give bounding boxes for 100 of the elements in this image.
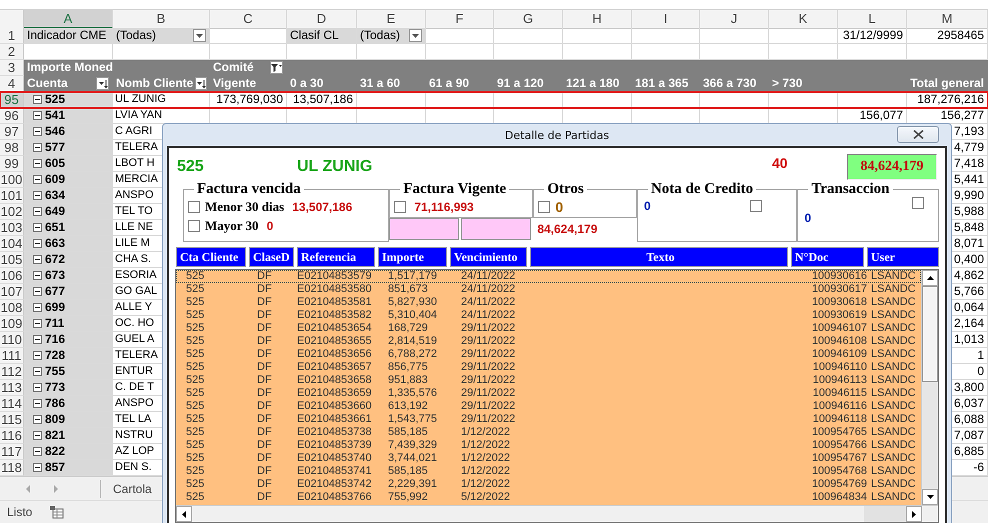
dropdown-button[interactable] [409, 29, 422, 42]
list-cell-text: 856,775 [388, 361, 429, 374]
row-header[interactable]: 2 [0, 44, 24, 60]
collapse-icon[interactable] [33, 383, 42, 392]
close-button[interactable] [897, 126, 939, 143]
column-header[interactable]: L [838, 10, 907, 29]
row-header[interactable]: 115 [0, 412, 24, 428]
column-header[interactable]: K [769, 10, 838, 29]
collapse-icon[interactable] [33, 351, 42, 360]
scroll-up-button[interactable] [922, 270, 938, 286]
scroll-right-button[interactable] [906, 506, 922, 522]
collapse-icon[interactable] [33, 143, 42, 152]
row-header[interactable]: 100 [0, 172, 24, 188]
row-header[interactable]: 109 [0, 316, 24, 332]
row-header[interactable]: 116 [0, 428, 24, 444]
column-header[interactable]: M [907, 10, 988, 29]
column-header[interactable]: User [867, 247, 939, 267]
row-header[interactable]: 97 [0, 124, 24, 140]
row-header[interactable]: 118 [0, 460, 24, 476]
list-cell-text: E02104853740 [297, 452, 373, 465]
row-header[interactable]: 3 [0, 60, 24, 76]
collapse-icon[interactable] [33, 399, 42, 408]
collapse-icon[interactable] [33, 335, 42, 344]
row-header[interactable]: 1 [0, 28, 24, 44]
column-header[interactable]: ClaseD [249, 247, 294, 267]
column-header[interactable]: C [210, 10, 287, 29]
scroll-thumb[interactable] [864, 506, 906, 522]
collapse-icon[interactable] [33, 287, 42, 296]
column-header[interactable]: Importe [378, 247, 447, 267]
row-header[interactable]: 113 [0, 380, 24, 396]
row-header[interactable]: 103 [0, 220, 24, 236]
sheet-tab[interactable]: Cartola [113, 482, 152, 496]
row-header[interactable]: 102 [0, 204, 24, 220]
row-header[interactable]: 95 [0, 92, 24, 108]
collapse-icon[interactable] [33, 271, 42, 280]
column-header[interactable]: I [632, 10, 700, 29]
collapse-icon[interactable] [33, 431, 42, 440]
collapse-icon[interactable] [33, 223, 42, 232]
macro-icon[interactable] [50, 506, 64, 518]
collapse-icon[interactable] [33, 319, 42, 328]
collapse-icon[interactable] [33, 127, 42, 136]
collapse-icon[interactable] [33, 255, 42, 264]
list-cell-text: DF [257, 270, 273, 283]
collapse-icon[interactable] [33, 111, 42, 120]
checkbox[interactable] [750, 200, 762, 212]
collapse-icon[interactable] [33, 415, 42, 424]
list-cell-text: 7,439,329 [388, 439, 438, 452]
input-field[interactable] [389, 218, 460, 240]
scrollbar[interactable] [921, 270, 938, 505]
row-header[interactable]: 117 [0, 444, 24, 460]
checkbox[interactable] [538, 200, 550, 212]
row-header[interactable]: 105 [0, 252, 24, 268]
column-header[interactable]: N°Doc [791, 247, 864, 267]
column-header[interactable]: G [494, 10, 563, 29]
column-header[interactable]: Vencimiento [450, 247, 527, 267]
collapse-icon[interactable] [33, 191, 42, 200]
collapse-icon[interactable] [33, 175, 42, 184]
row-header[interactable]: 111 [0, 348, 24, 364]
row-header[interactable]: 112 [0, 364, 24, 380]
collapse-icon[interactable] [33, 463, 42, 472]
filter-button[interactable] [195, 77, 208, 90]
column-header[interactable]: F [426, 10, 494, 29]
checkbox[interactable] [912, 197, 924, 209]
column-header[interactable]: Texto [530, 247, 788, 267]
collapse-icon[interactable] [33, 159, 42, 168]
checkbox[interactable] [188, 200, 200, 212]
scrollbar[interactable] [176, 505, 938, 522]
column-header[interactable]: H [563, 10, 632, 29]
checkbox[interactable] [188, 220, 200, 232]
column-header[interactable]: J [700, 10, 769, 29]
collapse-icon[interactable] [33, 447, 42, 456]
row-header[interactable]: 110 [0, 332, 24, 348]
row-header[interactable]: 96 [0, 108, 24, 124]
row-header[interactable]: 108 [0, 300, 24, 316]
row-header[interactable]: 101 [0, 188, 24, 204]
row-header[interactable]: 107 [0, 284, 24, 300]
column-header[interactable]: Referencia [297, 247, 375, 267]
collapse-icon[interactable] [33, 239, 42, 248]
scroll-down-button[interactable] [922, 489, 938, 505]
scroll-left-button[interactable] [176, 506, 192, 522]
column-header[interactable]: A [24, 10, 113, 29]
scroll-thumb[interactable] [922, 286, 938, 382]
dropdown-button[interactable] [193, 29, 206, 42]
input-field[interactable] [461, 218, 532, 240]
collapse-icon[interactable] [33, 303, 42, 312]
row-header[interactable]: 104 [0, 236, 24, 252]
row-header[interactable]: 4 [0, 76, 24, 92]
list-cell-text: 525 [185, 478, 206, 491]
filter-button[interactable] [96, 77, 109, 90]
row-header[interactable]: 98 [0, 140, 24, 156]
item-count: 40 [772, 155, 789, 171]
column-header[interactable]: Cta Cliente [176, 247, 246, 267]
checkbox[interactable] [394, 200, 406, 212]
collapse-icon[interactable] [33, 95, 42, 104]
filter-button[interactable] [270, 61, 283, 74]
row-header[interactable]: 114 [0, 396, 24, 412]
row-header[interactable]: 99 [0, 156, 24, 172]
collapse-icon[interactable] [33, 367, 42, 376]
row-header[interactable]: 106 [0, 268, 24, 284]
collapse-icon[interactable] [33, 207, 42, 216]
